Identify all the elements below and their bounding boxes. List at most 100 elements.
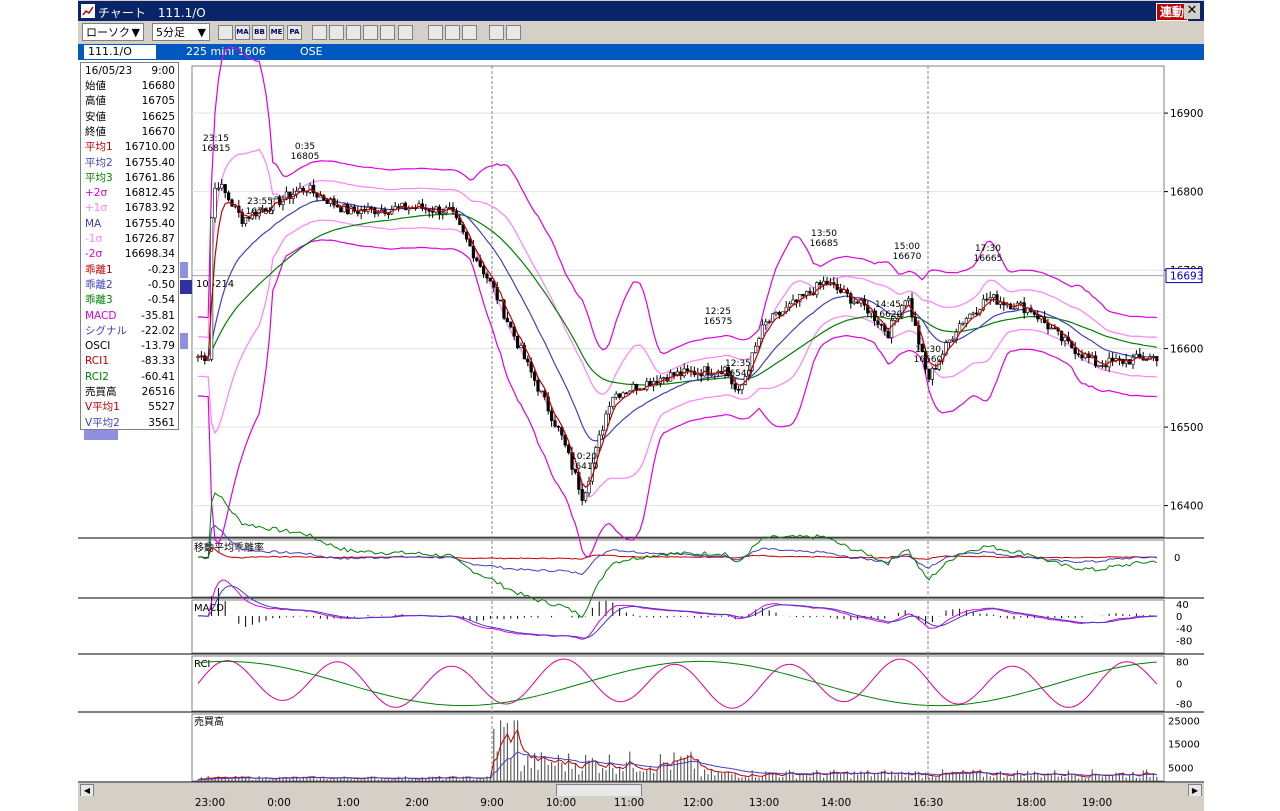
candle-body <box>526 358 530 363</box>
annotation-time: 10:20 <box>571 452 597 462</box>
current-price-label: 16693 <box>1170 271 1203 283</box>
candle-body <box>1012 308 1016 311</box>
macd-axis-label: -80 <box>1176 636 1192 647</box>
candle-body <box>566 444 571 453</box>
candle-body <box>974 312 979 315</box>
candle-body <box>485 273 489 279</box>
annotation-time: 13:50 <box>811 229 837 239</box>
candle-body <box>736 389 741 391</box>
candle-body <box>617 393 622 398</box>
candle-body <box>1063 336 1067 341</box>
horizontal-scrollbar[interactable]: ◀ ▶ <box>78 782 1204 798</box>
data-row-label: OSCI <box>85 340 111 353</box>
candle-body <box>481 266 486 275</box>
data-row: 乖離1 -0.23 <box>83 263 177 278</box>
annotation-time: 17:30 <box>975 244 1001 254</box>
candle-body <box>934 368 938 370</box>
candle-body <box>216 187 221 190</box>
candle-body <box>1104 365 1108 368</box>
time-axis-label: 11:00 <box>613 797 645 809</box>
volume-profile-bar <box>180 262 188 278</box>
candle-body <box>213 187 217 219</box>
candle-body <box>1134 353 1138 358</box>
data-row-label: V平均1 <box>85 401 120 414</box>
data-row-value: 16670 <box>141 125 175 138</box>
data-row: +2σ 16812.45 <box>83 186 177 201</box>
candle-body <box>580 489 584 501</box>
data-row-value: 16625 <box>141 110 175 123</box>
data-row: V平均2 3561 <box>83 416 177 431</box>
candle-body <box>988 297 992 300</box>
data-row-label: 終値 <box>85 125 106 138</box>
candle-body <box>995 294 999 305</box>
data-row-label: MACD <box>85 309 117 322</box>
data-panel: 16/05/23 9:00 始値 16680 高値 16705 安値 16625 終値 166… <box>80 62 179 430</box>
rci-axis-label: -80 <box>1176 699 1192 710</box>
data-row: 安値 16625 <box>83 110 177 125</box>
data-row: RCI2 -60.41 <box>83 370 177 385</box>
candle-body <box>339 206 343 213</box>
rci-axis-label: 0 <box>1176 680 1182 691</box>
candle-body <box>930 368 934 380</box>
data-row-label: +1σ <box>85 202 108 215</box>
data-row: RCI1 -83.33 <box>83 354 177 369</box>
candle-body <box>1053 327 1057 330</box>
data-row-label: 平均1 <box>85 141 113 154</box>
data-row-label: 平均3 <box>85 171 113 184</box>
data-row-value: 16755.40 <box>124 217 175 230</box>
data-row: OSCI -13.79 <box>83 339 177 354</box>
candle-body <box>787 303 792 308</box>
data-row: 平均1 16710.00 <box>83 140 177 155</box>
annotation-price: 16765 <box>246 207 275 217</box>
time-axis-label: 19:00 <box>1081 797 1113 809</box>
data-row: 平均3 16761.86 <box>83 171 177 186</box>
annotation-time: 0:35 <box>295 142 315 152</box>
data-row-value: -83.33 <box>141 355 175 368</box>
data-row-label: シグナル <box>85 324 127 337</box>
annotation-time: 12:35 <box>725 359 751 369</box>
candle-body <box>1138 353 1142 358</box>
candle-body <box>509 321 513 328</box>
candle-body <box>757 338 761 347</box>
candle-body <box>600 429 605 436</box>
data-row-label: 安値 <box>85 110 106 123</box>
data-row: V平均1 5527 <box>83 400 177 415</box>
time-axis-label: 10:00 <box>545 797 577 809</box>
annotation-time: 23:55 <box>247 197 273 207</box>
data-row-value: 26516 <box>141 386 175 398</box>
chart-canvas[interactable]: 移動平均乖離率MACDRCI売買高16900168001670016600165… <box>78 0 1204 782</box>
data-row-value: 16705 <box>141 95 175 108</box>
time-axis-label: 12:00 <box>682 797 714 809</box>
data-row-label: RCI2 <box>85 370 109 383</box>
data-row-label: 高値 <box>85 95 106 108</box>
candle-body <box>464 231 469 240</box>
macd-axis-label: -40 <box>1176 624 1192 635</box>
macd-signal-line <box>198 585 1157 639</box>
candle-body <box>961 322 965 325</box>
candle-body <box>709 374 713 377</box>
data-row-value: 16761.86 <box>124 171 175 184</box>
data-row: 始値 16680 <box>83 79 177 94</box>
candle-body <box>706 366 710 376</box>
candle-body <box>764 321 768 326</box>
price-axis-label: 16600 <box>1170 344 1203 356</box>
data-row-value: -0.54 <box>147 294 175 307</box>
candle-body <box>685 368 690 372</box>
price-panel-frame <box>191 65 1165 538</box>
candle-body <box>298 187 302 192</box>
rci1-line <box>197 658 1158 709</box>
annotation-time: 23:15 <box>203 134 229 144</box>
bollinger-lower-2 <box>197 239 1157 558</box>
data-row-value: 16710.00 <box>124 141 175 154</box>
candle-body <box>335 204 340 208</box>
candle-body <box>951 338 955 341</box>
data-row-value: -0.23 <box>147 263 175 276</box>
candle-body <box>968 313 972 319</box>
annotation-price: 16620 <box>874 310 903 320</box>
rci2-line <box>197 660 1157 707</box>
volume-profile-bar <box>180 280 192 294</box>
candle-body <box>1049 327 1053 330</box>
volume-profile-label: 105214 <box>196 279 234 290</box>
candle-body <box>597 434 601 448</box>
candle-body <box>549 410 554 421</box>
